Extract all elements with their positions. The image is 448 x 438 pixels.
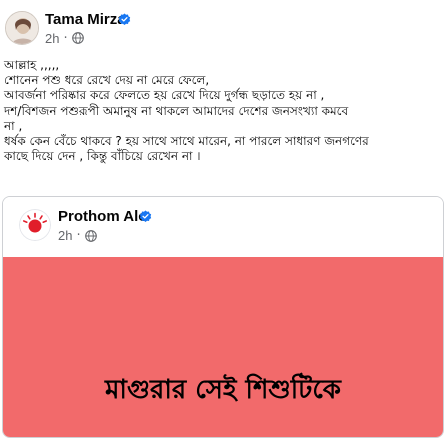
shared-post-timestamp[interactable]: 2h xyxy=(58,228,72,243)
globe-icon[interactable] xyxy=(84,229,97,242)
shared-post-header: Prothom Alo 2h · xyxy=(3,197,443,257)
author-avatar[interactable] xyxy=(5,11,39,45)
globe-icon[interactable] xyxy=(71,32,84,44)
author-name[interactable]: Tama Mirza xyxy=(45,11,126,28)
post-line: কাছে দিয়ে দেন , কিন্তু বাঁচিয়ে রেখেন ন… xyxy=(4,149,201,164)
post-meta: 2h · xyxy=(45,30,84,46)
post-line: শোনেন পশু ধরে রেখে দেয় না মেরে ফেলে, xyxy=(4,73,210,88)
meta-separator: · xyxy=(76,228,81,243)
page-name[interactable]: Prothom Alo xyxy=(58,208,147,225)
post-text: আল্লাহ ,,,,, শোনেন পশু ধরে রেখে দেয় না … xyxy=(4,58,444,164)
image-headline: মাগুরার সেই শিশুটিকে xyxy=(105,375,341,405)
shared-post-meta: 2h · xyxy=(58,228,97,243)
shared-post-card[interactable]: Prothom Alo 2h · মাগুরার সেই শিশুটিকে xyxy=(2,196,444,438)
verified-badge-icon xyxy=(118,13,131,26)
page-avatar[interactable] xyxy=(19,209,51,241)
meta-separator: · xyxy=(63,30,68,46)
post-header: Tama Mirza 2h · xyxy=(0,0,448,58)
post-line: না , xyxy=(4,118,23,133)
prothom-alo-logo-icon xyxy=(19,209,51,241)
post-line: আবর্জনা পরিষ্কার করে ফেলতে হয় রেখে দিয়… xyxy=(4,88,325,103)
post-line: আল্লাহ ,,,,, xyxy=(4,58,60,72)
profile-photo xyxy=(6,12,38,44)
post-timestamp[interactable]: 2h xyxy=(45,31,59,46)
post-line: দশ/বিশজন পশুরূপী অমানুষ না থাকলে আমাদের … xyxy=(4,103,349,118)
verified-badge-icon xyxy=(139,210,152,223)
shared-post-image[interactable]: মাগুরার সেই শিশুটিকে xyxy=(3,257,443,437)
post-line: ধর্ষক কেন বেঁচে থাকবে ? হয় সাথে সাথে মা… xyxy=(4,134,369,149)
